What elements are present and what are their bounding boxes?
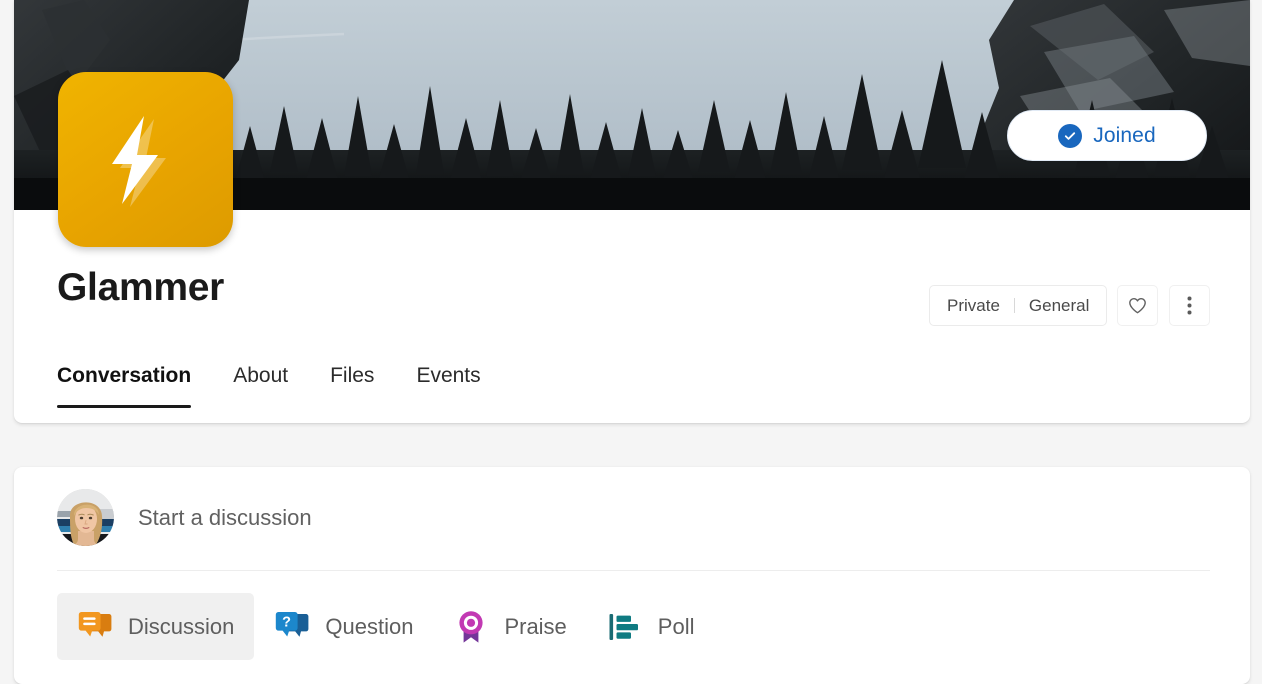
tab-events[interactable]: Events (395, 362, 501, 408)
post-type-discussion-label: Discussion (128, 613, 235, 639)
question-bubble-icon: ? (274, 609, 310, 645)
joined-button[interactable]: Joined (1007, 110, 1207, 161)
post-type-discussion[interactable]: Discussion (57, 593, 255, 660)
network-label: General (1028, 295, 1090, 315)
poll-bars-icon (607, 609, 643, 645)
post-type-selector: Discussion ? Question Praise Poll (57, 593, 714, 660)
start-discussion-input[interactable]: Start a discussion (138, 505, 312, 531)
post-type-poll[interactable]: Poll (587, 593, 715, 660)
more-options-button[interactable] (1169, 285, 1210, 326)
post-type-question[interactable]: ? Question (254, 593, 433, 660)
joined-button-label: Joined (1093, 123, 1156, 147)
community-tabs: Conversation About Files Events (57, 362, 502, 408)
svg-text:?: ? (283, 614, 292, 630)
favorite-button[interactable] (1117, 285, 1158, 326)
heart-icon (1127, 295, 1148, 316)
tab-conversation[interactable]: Conversation (57, 362, 212, 408)
post-composer-card: Start a discussion Discussion ? Question… (14, 467, 1250, 684)
community-title-row: Glammer Private General (14, 262, 1250, 348)
post-type-question-label: Question (325, 613, 414, 639)
tab-events-label: Events (416, 364, 481, 387)
community-meta-pill: Private General (929, 285, 1108, 326)
tab-about[interactable]: About (212, 362, 309, 408)
page-title: Glammer (57, 266, 224, 309)
composer-divider (57, 570, 1210, 571)
praise-ribbon-icon (453, 609, 489, 645)
community-header-card: Joined Glammer Private General Conversat… (14, 0, 1250, 423)
more-vertical-icon (1187, 295, 1192, 316)
composer-input-row[interactable]: Start a discussion (57, 489, 312, 546)
tab-files-label: Files (330, 364, 375, 387)
tab-about-label: About (233, 364, 289, 387)
community-logo[interactable] (58, 72, 233, 247)
community-page: Joined Glammer Private General Conversat… (0, 0, 1262, 684)
meta-divider (1013, 298, 1015, 313)
post-type-praise[interactable]: Praise (433, 593, 586, 660)
privacy-label: Private (947, 295, 1000, 315)
discussion-bubble-icon (77, 609, 113, 645)
post-type-praise-label: Praise (504, 613, 567, 639)
check-circle-icon (1058, 123, 1083, 148)
tab-files[interactable]: Files (309, 362, 395, 408)
post-type-poll-label: Poll (657, 613, 695, 639)
avatar (57, 489, 114, 546)
tab-conversation-label: Conversation (57, 364, 192, 387)
